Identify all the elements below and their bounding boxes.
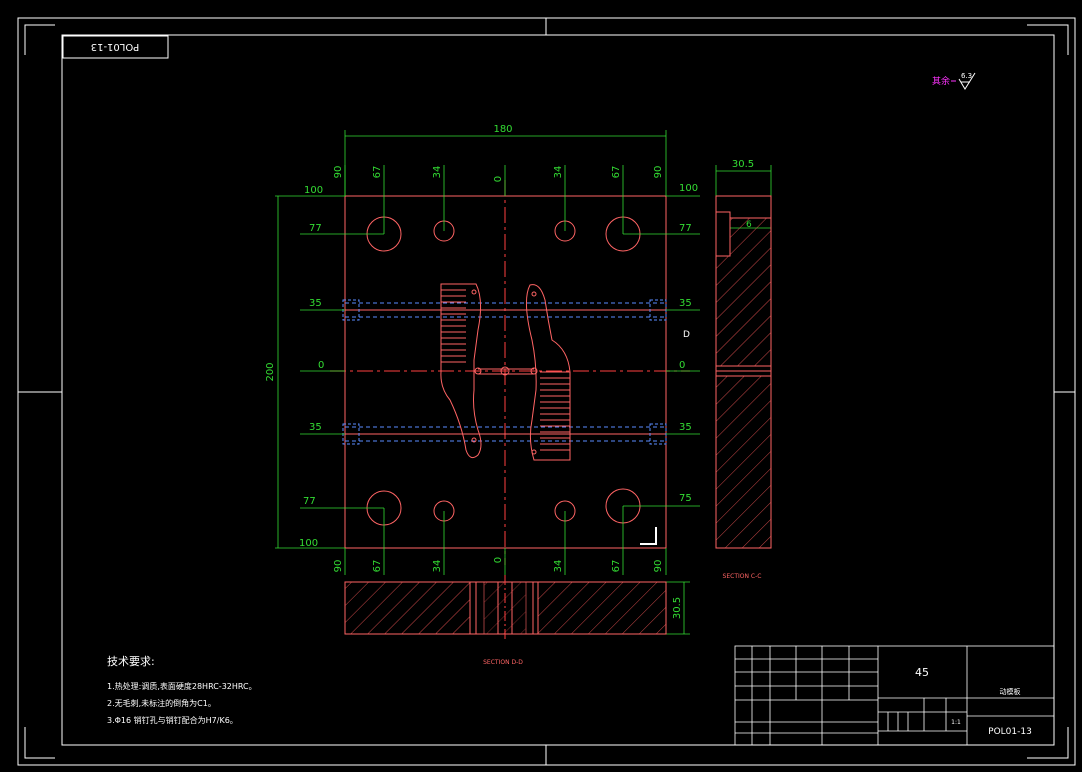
roughness-prefix: 其余 xyxy=(932,75,950,87)
dimension-lines xyxy=(275,130,772,635)
dims-top: 90 67 34 0 34 67 90 xyxy=(333,166,664,183)
datum-corner-mark xyxy=(640,527,657,545)
dims-bottom: 90 67 34 0 34 67 90 xyxy=(333,557,664,573)
dim-label: 67 xyxy=(611,166,622,179)
dim-label: 0 xyxy=(318,360,324,371)
dim-label: 35 xyxy=(309,422,322,433)
dim-label: 35 xyxy=(309,298,322,309)
dim-label: 35 xyxy=(679,422,692,433)
dim-label: 0 xyxy=(493,557,504,563)
dim-side-thickness: 30.5 xyxy=(732,159,754,170)
dim-label: 100 xyxy=(304,185,323,196)
title-scale: 1:1 xyxy=(951,719,961,726)
dims-right: 100 77 35 0 35 75 xyxy=(679,183,698,504)
dim-label: 90 xyxy=(653,166,664,179)
dim-label: 90 xyxy=(653,560,664,573)
notes-item: 2.无毛刺,未标注的倒角为C1。 xyxy=(107,698,216,708)
dim-label: 67 xyxy=(372,166,383,179)
dim-label: 0 xyxy=(493,176,504,182)
dim-label: 67 xyxy=(372,560,383,573)
drawing-canvas: POL01-13 其余 6.3 90 67 34 0 34 67 90 90 6… xyxy=(17,17,1076,766)
dim-label: 0 xyxy=(679,360,685,371)
notes-title: 技术要求: xyxy=(107,655,155,668)
dim-label: 34 xyxy=(553,166,564,179)
dim-width: 180 xyxy=(493,124,512,135)
main-plate xyxy=(330,180,690,565)
dim-label: 34 xyxy=(432,560,443,573)
title-drawing-no: POL01-13 xyxy=(988,727,1032,737)
dims-left: 100 77 35 0 35 77 100 xyxy=(299,185,324,549)
dim-label: 90 xyxy=(333,166,344,179)
dim-label: 90 xyxy=(333,560,344,573)
roughness-value: 6.3 xyxy=(961,72,972,80)
dim-label: 35 xyxy=(679,298,692,309)
dim-label: 34 xyxy=(432,166,443,179)
rotated-code-text: POL01-13 xyxy=(91,41,140,52)
dim-height: 200 xyxy=(265,362,276,381)
section-marker: D xyxy=(683,330,690,340)
dim-label: 100 xyxy=(679,183,698,194)
notes-item: 1.热处理:调质,表面硬度28HRC-32HRC。 xyxy=(107,681,257,691)
dim-label: 77 xyxy=(679,223,692,234)
notes-item: 3.Φ16 销钉孔与销钉配合为H7/K6。 xyxy=(107,715,238,725)
dim-label: 77 xyxy=(303,496,316,507)
section-cc-label: SECTION C-C xyxy=(723,573,762,580)
dim-label: 75 xyxy=(679,493,692,504)
dim-label: 100 xyxy=(299,538,318,549)
title-material: 45 xyxy=(915,666,929,679)
section-dd-view xyxy=(344,575,667,640)
centering-marks xyxy=(18,18,1075,765)
section-dd-label: SECTION D-D xyxy=(483,659,523,666)
outer-border xyxy=(17,17,1076,766)
dim-label: 77 xyxy=(309,223,322,234)
dim-label: 67 xyxy=(611,560,622,573)
section-cc-view xyxy=(715,195,772,549)
dim-bottom-thickness: 30.5 xyxy=(672,597,683,619)
title-part-name: 动模板 xyxy=(1000,687,1021,696)
dim-label: 34 xyxy=(553,560,564,573)
